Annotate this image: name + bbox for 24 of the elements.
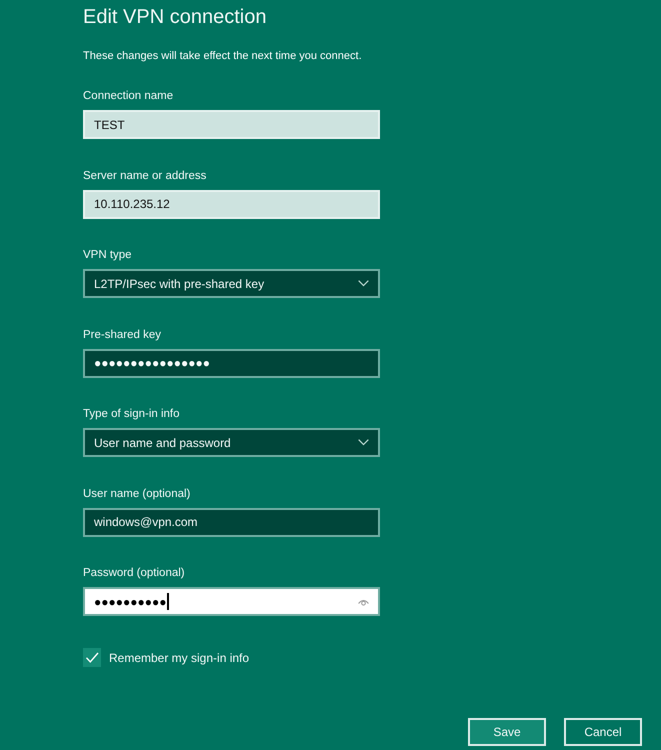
eye-icon xyxy=(358,598,369,606)
chevron-down-icon xyxy=(358,439,369,446)
field-label: Type of sign-in info xyxy=(83,407,180,421)
text-field[interactable]: TEST xyxy=(83,110,380,139)
field-label: Connection name xyxy=(83,89,174,103)
field-label: User name (optional) xyxy=(83,486,190,500)
text-cursor-icon xyxy=(167,593,169,610)
checkbox-label: Remember my sign-in info xyxy=(109,650,250,664)
text-field[interactable]: windows@vpn.com xyxy=(83,508,380,536)
info-text: These changes will take effect the next time you connect. xyxy=(83,49,362,63)
field-label: VPN type xyxy=(83,248,132,262)
field-label: Password (optional) xyxy=(83,566,185,580)
dialog-title: Edit VPN connection xyxy=(83,5,266,29)
password-field[interactable]: ●●●●●●●●●● xyxy=(83,587,380,616)
chevron-down-icon xyxy=(358,280,369,287)
field-label: Server name or address xyxy=(83,168,206,182)
cancel-button[interactable]: Cancel xyxy=(564,718,642,746)
password-field[interactable]: ●●●●●●●●●●●●●●●● xyxy=(83,348,380,378)
save-button[interactable]: Save xyxy=(468,718,546,746)
dropdown[interactable]: L2TP/IPsec with pre-shared key xyxy=(83,269,380,298)
field-label: Pre-shared key xyxy=(83,328,161,342)
dropdown[interactable]: User name and password xyxy=(83,428,380,457)
checkbox[interactable] xyxy=(83,648,101,667)
text-field[interactable]: 10.110.235.12 xyxy=(83,190,380,218)
